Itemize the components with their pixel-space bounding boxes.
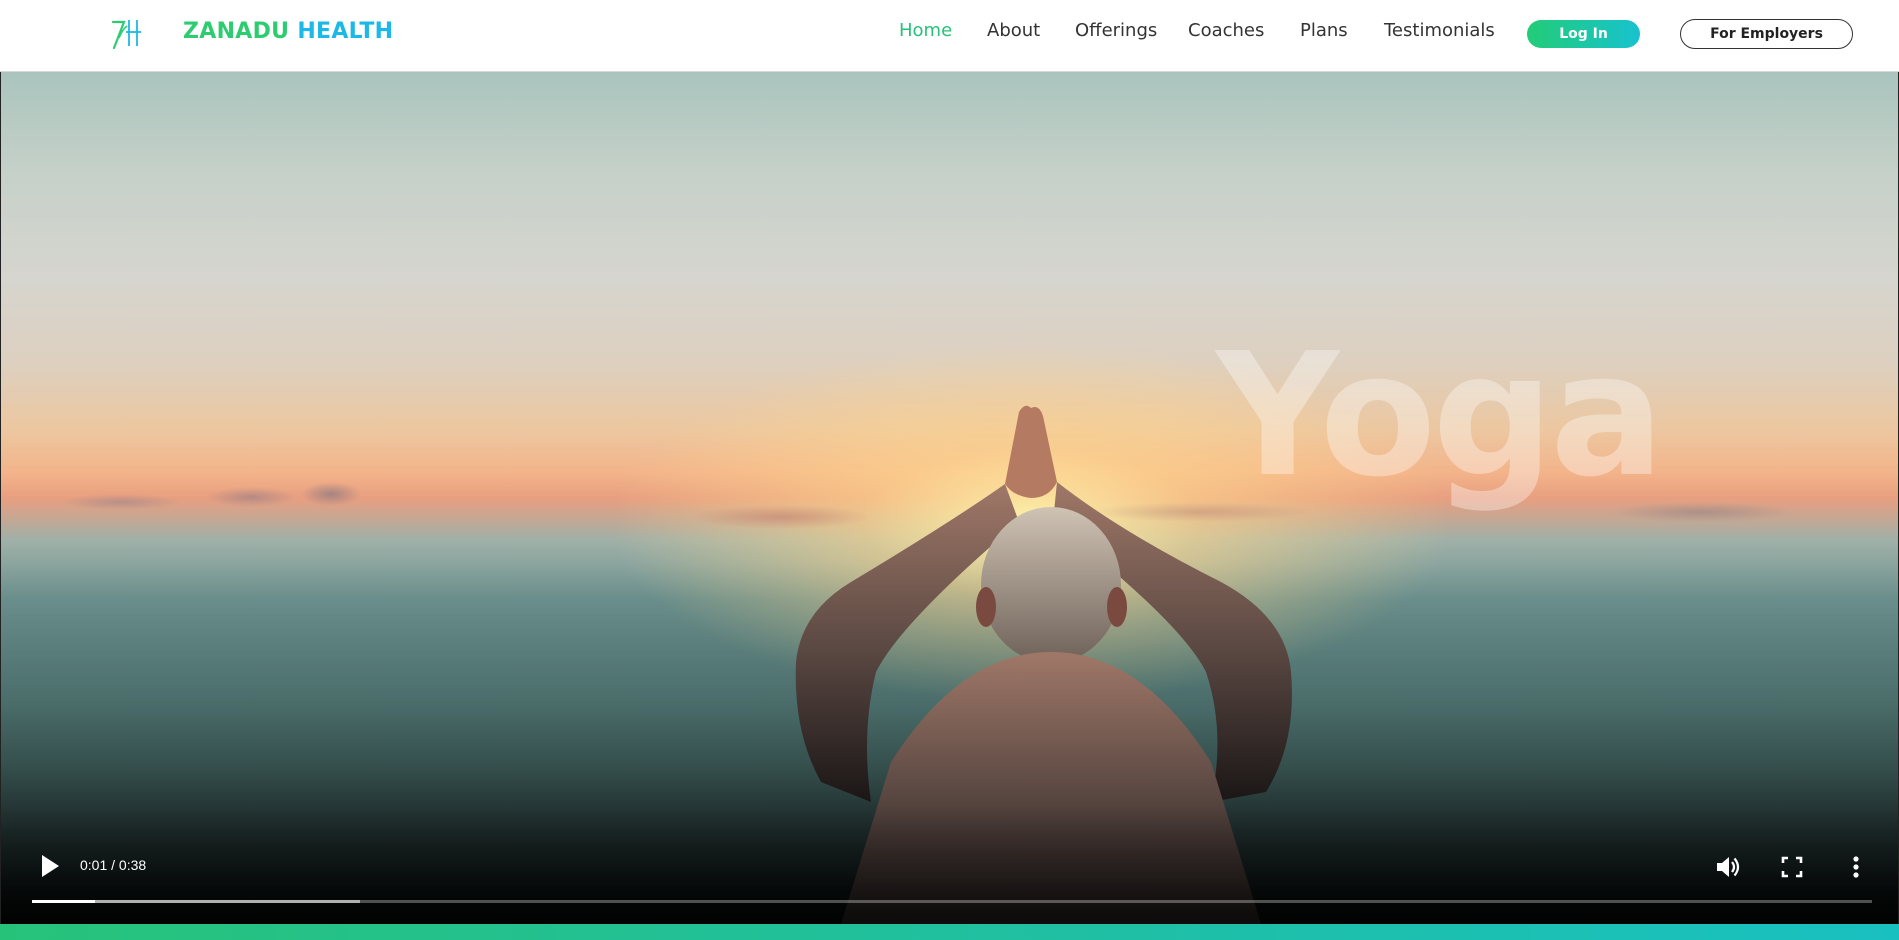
hero-video[interactable]: Yoga 0:01 / 0:38 [0,72,1899,924]
video-time-display: 0:01 / 0:38 [80,857,147,873]
nav-testimonials[interactable]: Testimonials [1384,20,1495,41]
fullscreen-icon[interactable] [1777,852,1807,882]
nav-plans[interactable]: Plans [1300,20,1348,41]
video-progress-bar[interactable] [32,900,1872,903]
site-header: ZANADU HEALTH Home About Offerings Coach… [0,0,1899,72]
brand-name[interactable]: ZANADU HEALTH [183,19,393,44]
nav-coaches[interactable]: Coaches [1188,20,1264,41]
nav-home[interactable]: Home [899,20,952,41]
play-icon[interactable] [39,853,61,879]
yoga-overlay-text: Yoga [1216,317,1665,515]
login-button[interactable]: Log In [1527,20,1640,48]
nav-about[interactable]: About [987,20,1040,41]
brand-word-zanadu: ZANADU [183,19,290,44]
bottom-accent-bar [0,924,1899,940]
more-options-icon[interactable] [1841,852,1871,882]
video-controls-bar [1,804,1898,924]
volume-icon[interactable] [1713,852,1743,882]
for-employers-button[interactable]: For Employers [1680,19,1853,49]
brand-word-health: HEALTH [297,19,394,44]
progress-played [32,900,95,903]
nav-offerings[interactable]: Offerings [1075,20,1157,41]
zh-monogram-icon[interactable] [110,16,144,52]
